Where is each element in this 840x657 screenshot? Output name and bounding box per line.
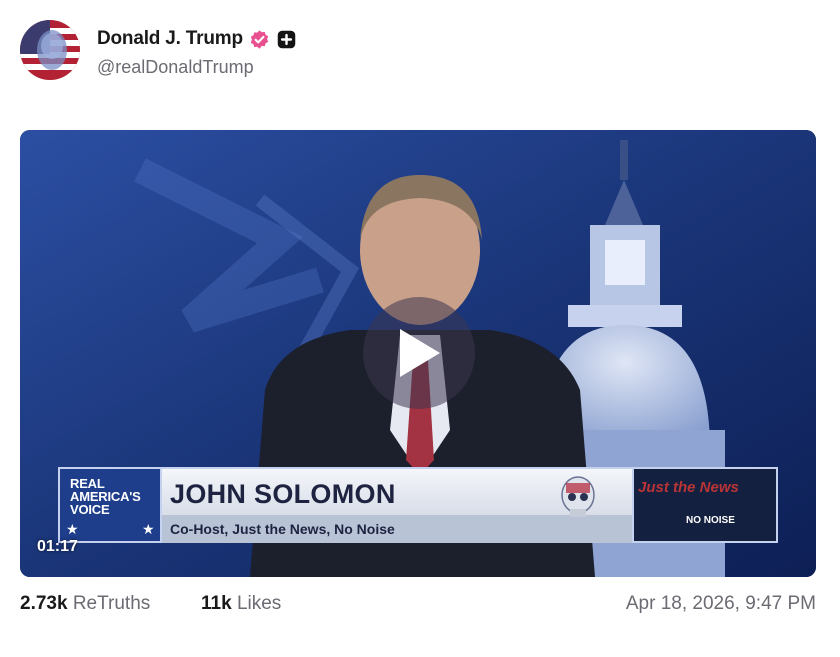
play-button[interactable] (363, 297, 475, 409)
likes-count: 11k (201, 593, 232, 614)
guest-name: JOHN SOLOMON (170, 479, 396, 509)
post-header: Donald J. Trump @realDonaldTrump (20, 20, 820, 84)
show-logo-text: Just the News (638, 479, 739, 496)
verified-badge-icon (249, 29, 270, 50)
plus-badge-icon (276, 29, 297, 50)
likes-label: Likes (236, 593, 282, 614)
post-timestamp[interactable]: Apr 18, 2026, 9:47 PM (626, 593, 816, 615)
network-logo: REAL AMERICA'S VOICE ★ ★ (58, 467, 162, 543)
lower-third-banner: REAL AMERICA'S VOICE ★ ★ JOHN SOLOMON Co… (58, 467, 778, 543)
star-icon: ★ (142, 521, 155, 537)
play-icon (400, 329, 440, 377)
video-player[interactable]: REAL AMERICA'S VOICE ★ ★ JOHN SOLOMON Co… (20, 130, 816, 577)
avatar[interactable] (20, 20, 80, 80)
show-tagline: NO NOISE (686, 515, 735, 526)
post-footer: 2.73k ReTruths 11k Likes Apr 18, 2026, 9… (20, 593, 816, 621)
guest-title: Co-Host, Just the News, No Noise (170, 521, 395, 537)
retruths-stat[interactable]: 2.73k ReTruths (20, 593, 150, 615)
show-logo: Just the News NO NOISE (632, 467, 778, 543)
star-icon: ★ (66, 521, 79, 537)
author-handle[interactable]: @realDonaldTrump (97, 57, 297, 78)
network-line-3: VOICE (70, 502, 110, 517)
retruths-label: ReTruths (72, 593, 151, 614)
author-name[interactable]: Donald J. Trump (97, 28, 243, 50)
retruths-count: 2.73k (20, 593, 68, 614)
likes-stat[interactable]: 11k Likes (201, 593, 281, 615)
skull-logo-icon (561, 476, 595, 517)
video-duration: 01:17 (37, 538, 78, 555)
